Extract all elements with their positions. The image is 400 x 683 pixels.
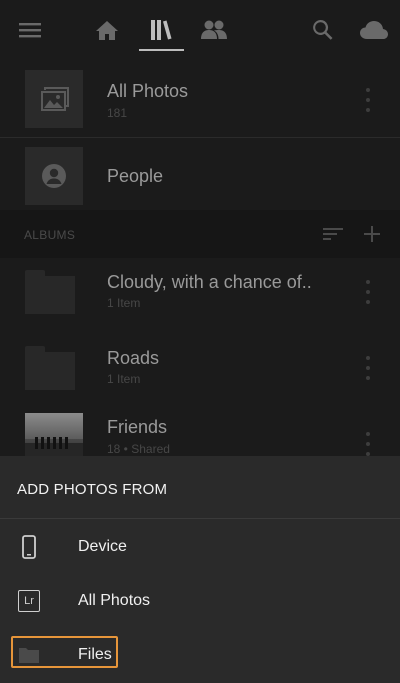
- home-icon[interactable]: [93, 16, 121, 44]
- lr-icon-text: Lr: [18, 590, 40, 612]
- people-thumbnail: [25, 147, 83, 205]
- active-tab-indicator: [139, 49, 184, 51]
- album-title: Friends: [107, 417, 168, 437]
- option-all-photos[interactable]: Lr All Photos: [0, 578, 400, 624]
- album-more-icon[interactable]: [362, 432, 374, 456]
- all-photos-title: All Photos: [107, 81, 189, 101]
- albums-section-label: ALBUMS: [24, 228, 76, 242]
- album-item[interactable]: Cloudy, with a chance of.. 1 Item: [0, 258, 400, 328]
- album-title: Cloudy, with a chance of..: [107, 272, 312, 292]
- add-album-icon[interactable]: [362, 224, 382, 244]
- sheet-title: ADD PHOTOS FROM: [17, 481, 168, 498]
- top-bar: [0, 0, 400, 62]
- people-title: People: [107, 166, 164, 186]
- library-icon[interactable]: [147, 16, 175, 44]
- cloud-icon[interactable]: [358, 16, 390, 44]
- sort-icon[interactable]: [322, 225, 344, 243]
- search-icon[interactable]: [309, 16, 337, 44]
- option-all-photos-label: All Photos: [78, 592, 151, 609]
- people-row[interactable]: People: [0, 138, 400, 210]
- person-icon: [42, 164, 66, 188]
- folder-icon: [25, 346, 75, 390]
- all-photos-count: 181: [107, 106, 128, 120]
- option-device-label: Device: [78, 538, 127, 555]
- all-photos-more-icon[interactable]: [362, 88, 374, 112]
- album-title: Roads: [107, 348, 160, 368]
- album-thumbnail: [25, 413, 83, 457]
- option-device[interactable]: Device: [0, 524, 400, 570]
- album-subtitle: 1 Item: [107, 296, 141, 310]
- album-subtitle: 1 Item: [107, 372, 141, 386]
- menu-icon[interactable]: [16, 16, 44, 44]
- focus-highlight: [11, 636, 118, 668]
- image-icon: [41, 87, 69, 111]
- folder-icon: [25, 270, 75, 314]
- album-more-icon[interactable]: [362, 280, 374, 304]
- album-subtitle: 18 • Shared: [107, 442, 170, 456]
- add-photos-sheet: ADD PHOTOS FROM Device Lr All Photos Fil…: [0, 456, 400, 683]
- all-photos-thumbnail: [25, 70, 83, 128]
- people-icon[interactable]: [200, 16, 228, 44]
- sheet-divider: [0, 518, 400, 519]
- album-more-icon[interactable]: [362, 356, 374, 380]
- all-photos-row[interactable]: All Photos 181: [0, 62, 400, 136]
- album-item[interactable]: Roads 1 Item: [0, 328, 400, 398]
- lr-icon: Lr: [18, 589, 40, 613]
- phone-icon: [18, 535, 40, 559]
